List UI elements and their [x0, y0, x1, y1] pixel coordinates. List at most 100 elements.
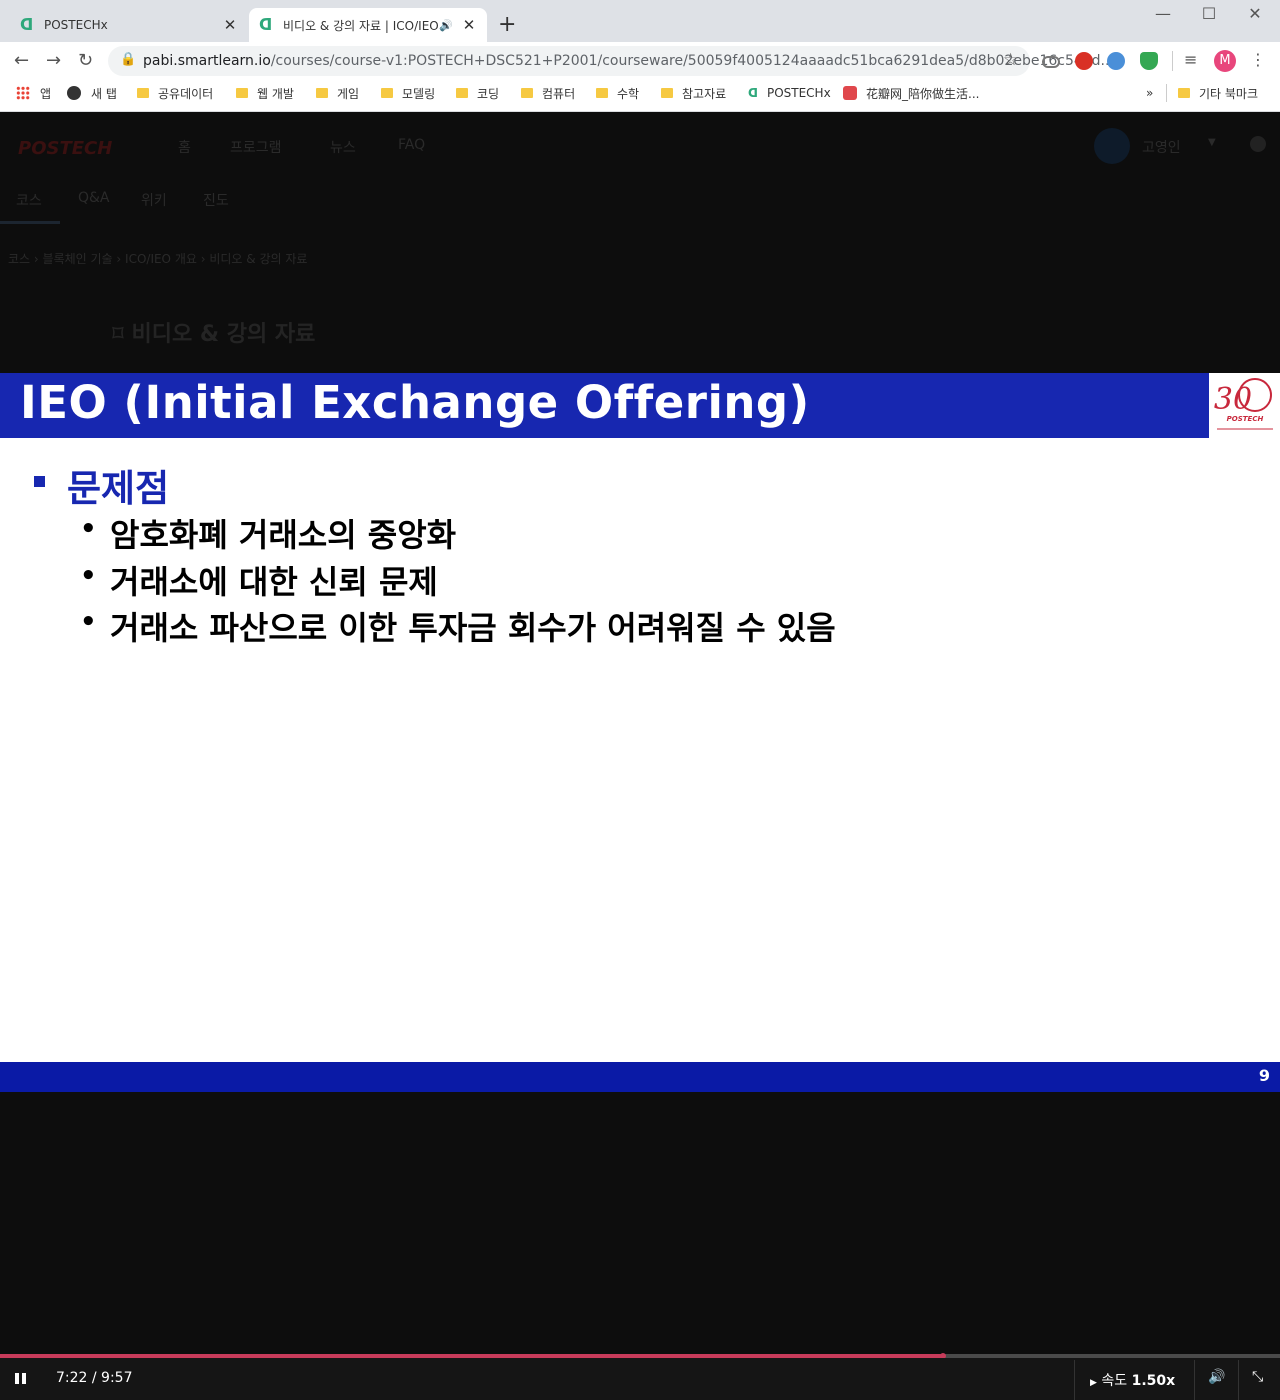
slide-title: IEO (Initial Exchange Offering) [20, 376, 810, 429]
close-tab-icon[interactable]: ✕ [461, 16, 477, 34]
apps-grid-icon [16, 86, 30, 100]
nav-news[interactable]: 뉴스 [330, 137, 356, 157]
folder-icon [381, 88, 393, 98]
bookmark-folder[interactable]: 수학 [596, 84, 639, 102]
bookmark-label: 새 탭 [91, 86, 117, 101]
slide-heading: 문제점 [67, 467, 170, 510]
bookmark-icon[interactable]: ⌑ [112, 322, 132, 347]
speed-value: 1.50x [1131, 1373, 1176, 1389]
bookmarks-overflow-button[interactable]: » [1146, 84, 1153, 102]
breadcrumb-item[interactable]: 블록체인 기술 [43, 252, 113, 266]
speed-arrow-icon: ▶ [1090, 1378, 1097, 1388]
bookmark-folder[interactable]: 게임 [316, 84, 359, 102]
tab-course[interactable]: 코스 [16, 190, 42, 210]
list-bullet: • [80, 514, 97, 544]
speed-button[interactable]: ▶ 속도 1.50x [1090, 1370, 1175, 1390]
audio-playing-icon[interactable]: 🔊 [439, 19, 453, 32]
menu-dots-icon[interactable]: ⋮ [1250, 50, 1266, 69]
exit-fullscreen-icon[interactable]: ⤡ [1252, 1369, 1263, 1385]
bookmark-folder[interactable]: 코딩 [456, 84, 499, 102]
pause-icon[interactable] [15, 1373, 19, 1384]
extension-red-icon[interactable] [1075, 52, 1093, 70]
close-window-icon[interactable]: ✕ [1232, 4, 1278, 23]
tab-title: 비디오 & 강의 자료 | ICO/IEO [283, 18, 439, 33]
breadcrumb-item[interactable]: ICO/IEO 개요 [125, 252, 197, 266]
overflow-chevron-icon: » [1146, 86, 1154, 100]
folder-icon [521, 88, 533, 98]
postechx-favicon-icon: ᗡ [259, 15, 273, 34]
bookmark-label: 기타 북마크 [1199, 86, 1259, 101]
shield-extension-icon[interactable] [1140, 52, 1158, 70]
tab-title: POSTECHx [44, 18, 108, 32]
site-logo: POSTECH [18, 138, 113, 159]
back-icon[interactable]: ← [14, 50, 29, 71]
list-item: 암호화폐 거래소의 중앙화 [110, 516, 457, 554]
bookmark-label: POSTECHx [766, 86, 831, 100]
bookmark-folder[interactable]: 컴퓨터 [521, 84, 575, 102]
url-host: pabi.smartlearn.io [143, 53, 271, 69]
nav-faq[interactable]: FAQ [398, 137, 425, 153]
volume-icon[interactable]: 🔊 [1208, 1369, 1225, 1385]
user-avatar[interactable] [1094, 128, 1130, 164]
bookmark-postechx[interactable]: ᗡ POSTECHx [748, 84, 831, 102]
bookmark-folder[interactable]: 참고자료 [661, 84, 726, 102]
lock-icon[interactable]: 🔒 [120, 52, 136, 67]
new-tab-button[interactable]: + [498, 12, 516, 37]
list-item: 거래소 파산으로 이한 투자금 회수가 어려워질 수 있음 [110, 609, 836, 647]
tab-progress[interactable]: 진도 [203, 190, 229, 210]
postechx-favicon-icon: ᗡ [20, 15, 34, 34]
slide-page-number: 9 [1258, 1066, 1270, 1085]
nav-home[interactable]: 홈 [178, 137, 191, 157]
bookmark-huaban[interactable]: 花瓣网_陪你做生活... [843, 84, 979, 102]
language-globe-icon[interactable] [1250, 136, 1266, 152]
bookmark-label: 참고자료 [682, 86, 727, 101]
postech-30th-logo: POSTECH 30 [1209, 373, 1280, 438]
tab-video-lecture[interactable]: ᗡ 비디오 & 강의 자료 | ICO/IEO 🔊 ✕ [249, 8, 487, 42]
tab-qa[interactable]: Q&A [78, 190, 110, 206]
user-name[interactable]: 고영인 [1142, 137, 1181, 157]
bookmark-folder[interactable]: 모델링 [381, 84, 435, 102]
nav-program[interactable]: 프로그램 [230, 137, 282, 157]
bookmark-label: 웹 개발 [257, 86, 294, 101]
minimize-icon[interactable]: — [1140, 4, 1186, 23]
bookmark-folder[interactable]: 공유데이터 [137, 84, 213, 102]
unit-title-text: 비디오 & 강의 자료 [131, 322, 316, 347]
bookmark-label: 앱 [40, 86, 52, 101]
control-divider [1074, 1360, 1075, 1400]
media-control-icon[interactable]: ≡ [1184, 50, 1197, 69]
bookmark-star-icon[interactable]: ☆ [1003, 50, 1018, 70]
slide-footer-bar [0, 1062, 1280, 1092]
bookmarks-divider [1166, 84, 1167, 102]
folder-icon [1178, 88, 1190, 98]
bookmark-new-tab[interactable]: 새 탭 [67, 84, 117, 102]
breadcrumb: 코스 › 블록체인 기술 › ICO/IEO 개요 › 비디오 & 강의 자료 [8, 252, 308, 266]
url-text[interactable]: pabi.smartlearn.io/courses/course-v1:POS… [143, 53, 1114, 69]
folder-icon [236, 88, 248, 98]
bookmark-folder[interactable]: 웹 개발 [236, 84, 294, 102]
unit-title: ⌑ 비디오 & 강의 자료 [112, 316, 315, 348]
avatar[interactable]: M [1214, 50, 1236, 72]
heading-bullet [34, 476, 45, 487]
speed-label: 속도 [1101, 1373, 1128, 1389]
bookmark-apps[interactable]: 앱 [16, 84, 51, 102]
huaban-icon [843, 86, 857, 100]
folder-icon [137, 88, 149, 98]
user-menu-chevron-icon[interactable]: ▼ [1208, 137, 1216, 148]
active-tab-underline [0, 221, 60, 224]
video-slide[interactable] [0, 373, 1280, 1092]
breadcrumb-item[interactable]: 코스 [8, 252, 30, 266]
tab-postechx[interactable]: ᗡ POSTECHx ✕ [10, 8, 248, 42]
url-path: /courses/course-v1:POSTECH+DSC521+P2001/… [270, 53, 1114, 69]
tab-wiki[interactable]: 위키 [141, 190, 167, 210]
close-tab-icon[interactable]: ✕ [222, 16, 238, 34]
control-divider [1238, 1360, 1239, 1400]
list-bullet: • [80, 607, 97, 637]
extension-cloud-icon[interactable] [1042, 56, 1060, 68]
reload-icon[interactable]: ↻ [78, 50, 93, 71]
bookmark-other[interactable]: 기타 북마크 [1178, 84, 1258, 102]
forward-icon[interactable]: → [46, 50, 61, 71]
bookmark-label: 수학 [617, 86, 640, 101]
extension-blue-icon[interactable] [1107, 52, 1125, 70]
bookmark-label: 모델링 [402, 86, 436, 101]
maximize-icon[interactable]: ☐ [1186, 4, 1232, 23]
